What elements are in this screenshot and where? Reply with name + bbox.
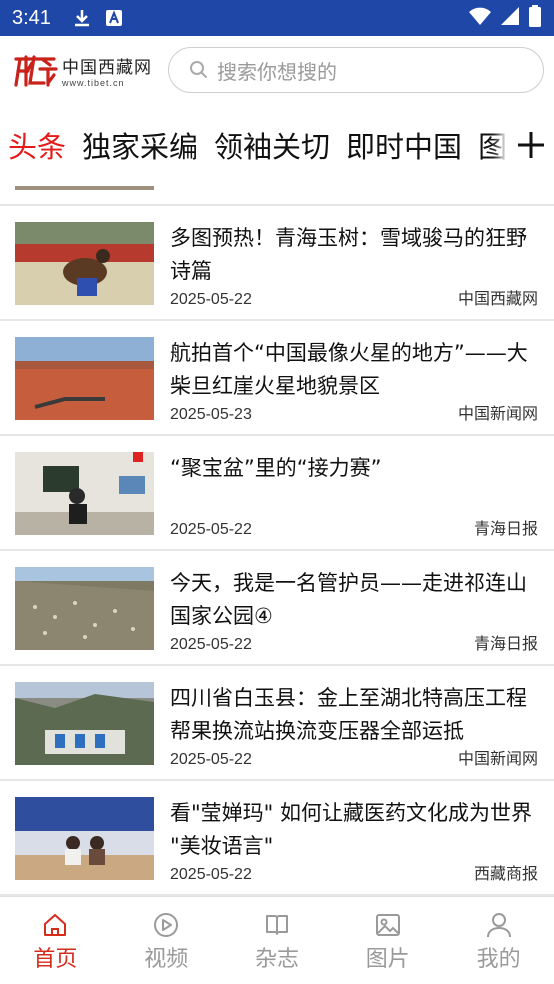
article-date: 2025-05-23 — [170, 406, 252, 423]
article-source: 中国新闻网 — [457, 404, 538, 423]
article-source: 中国西藏网 — [457, 289, 538, 308]
category-tabs: 头条 独家采编 领袖关切 即时中国 图 — [0, 104, 554, 186]
article-source: 西藏商报 — [473, 864, 538, 883]
signal-icon — [500, 6, 520, 30]
article-source: 青海日报 — [473, 634, 538, 653]
partial-thumbnail — [15, 186, 154, 190]
partial-list-item[interactable] — [0, 186, 554, 206]
nav-label: 视频 — [144, 947, 189, 972]
article-title: 今天，我是一名管护员——走进祁连山国家公园④ — [170, 571, 527, 628]
status-bar: 3:41 — [0, 0, 554, 36]
list-item[interactable]: “聚宝盆”里的“接力赛” 2025-05-22 青海日报 — [0, 436, 554, 551]
list-item[interactable]: 四川省白玉县：金上至湖北特高压工程帮果换流站换流变压器全部运抵 2025-05-… — [0, 666, 554, 781]
nav-label: 我的 — [476, 947, 521, 972]
tab-leaders[interactable]: 领袖关切 — [206, 124, 338, 166]
search-icon — [190, 61, 208, 79]
thumbnail-classroom — [15, 452, 154, 535]
thumbnail-exhibition — [15, 797, 154, 880]
nav-video[interactable]: 视频 — [111, 897, 222, 984]
article-date: 2025-05-22 — [170, 866, 252, 883]
article-date: 2025-05-22 — [170, 521, 252, 538]
plus-icon — [518, 132, 544, 158]
tab-instant-china[interactable]: 即时中国 — [338, 124, 470, 166]
status-time: 3:41 — [12, 6, 51, 29]
bottom-nav: 首页 视频 杂志 图片 我的 — [0, 896, 554, 984]
article-date: 2025-05-22 — [170, 291, 252, 308]
nav-label: 杂志 — [254, 947, 299, 972]
thumbnail-mars-landscape — [15, 337, 154, 420]
wifi-icon — [468, 6, 492, 30]
logo-text-en: www.tibet.cn — [62, 77, 125, 88]
logo-text-cn: 中国西藏网 — [62, 57, 152, 78]
article-source: 中国新闻网 — [457, 749, 538, 768]
list-item[interactable]: 多图预热！青海玉树：雪域骏马的狂野诗篇 2025-05-22 中国西藏网 — [0, 206, 554, 321]
tab-exclusive[interactable]: 独家采编 — [74, 124, 206, 166]
list-item[interactable]: 看"莹婵玛" 如何让藏医药文化成为世界 "美妆语言" 2025-05-22 西藏… — [0, 781, 554, 896]
download-icon — [71, 7, 93, 29]
list-item[interactable]: 今天，我是一名管护员——走进祁连山国家公园④ 2025-05-22 青海日报 — [0, 551, 554, 666]
thumbnail-hillside-herd — [15, 567, 154, 650]
article-date: 2025-05-22 — [170, 751, 252, 768]
nav-home[interactable]: 首页 — [0, 897, 111, 984]
book-icon — [265, 915, 288, 935]
article-title: 四川省白玉县：金上至湖北特高压工程帮果换流站换流变压器全部运抵 — [170, 686, 527, 743]
article-source: 青海日报 — [473, 519, 538, 538]
nav-pictures[interactable]: 图片 — [332, 897, 443, 984]
font-notification-icon — [103, 7, 125, 29]
image-icon — [375, 914, 400, 936]
nav-profile[interactable]: 我的 — [443, 897, 554, 984]
home-icon — [44, 914, 67, 936]
nav-label: 首页 — [33, 947, 78, 972]
add-channel-button[interactable] — [508, 104, 554, 186]
user-icon — [486, 913, 511, 938]
list-item[interactable]: 航拍首个“中国最像火星的地方”——大柴旦红崖火星地貌景区 2025-05-23 … — [0, 321, 554, 436]
article-title: 航拍首个“中国最像火星的地方”——大柴旦红崖火星地貌景区 — [170, 341, 528, 398]
article-title: 多图预热！青海玉树：雪域骏马的狂野诗篇 — [170, 226, 527, 283]
play-icon — [154, 913, 179, 937]
site-logo[interactable]: 中国西藏网 www.tibet.cn — [12, 45, 162, 95]
tab-headlines[interactable]: 头条 — [0, 124, 74, 166]
article-title: “聚宝盆”里的“接力赛” — [170, 456, 382, 480]
search-placeholder: 搜索你想搜的 — [217, 59, 337, 84]
app-header: 中国西藏网 www.tibet.cn 搜索你想搜的 — [0, 36, 554, 104]
thumbnail-converter-station — [15, 682, 154, 765]
search-box[interactable]: 搜索你想搜的 — [168, 47, 544, 93]
article-title: 看"莹婵玛" 如何让藏医药文化成为世界 "美妆语言" — [170, 801, 532, 858]
thumbnail-horse-race — [15, 222, 154, 305]
tibet-logo-icon — [14, 55, 58, 87]
news-feed[interactable]: 多图预热！青海玉树：雪域骏马的狂野诗篇 2025-05-22 中国西藏网 航拍首… — [0, 186, 554, 896]
nav-label: 图片 — [365, 947, 410, 972]
nav-magazine[interactable]: 杂志 — [222, 897, 333, 984]
article-date: 2025-05-22 — [170, 636, 252, 653]
battery-icon — [528, 5, 542, 31]
